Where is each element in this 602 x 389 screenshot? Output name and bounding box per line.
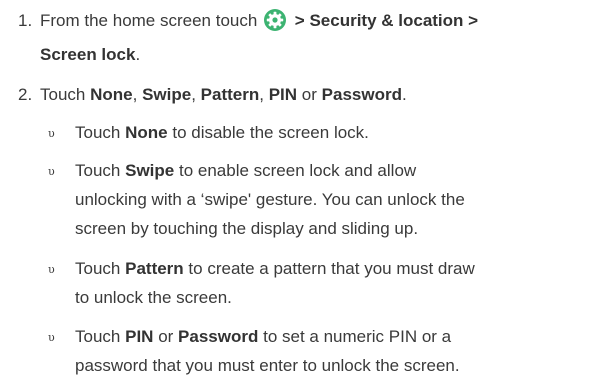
step-1: 1. From the home screen touch > Security… [18, 6, 598, 64]
settings-path-end: Screen lock [40, 45, 136, 64]
option-pattern: Pattern [200, 85, 260, 104]
instructions-document: 1. From the home screen touch > Security… [0, 0, 602, 389]
option-password: Password [321, 85, 402, 104]
step-number: 2. [18, 85, 33, 104]
step-2-text: Touch None, Swipe, Pattern, PIN or Passw… [40, 85, 407, 104]
step-number: 1. [18, 11, 33, 30]
step-1-text: From the home screen touch > Security & … [40, 9, 479, 64]
settings-path: > Security & location > [294, 11, 479, 30]
step-1-prefix: From the home screen touch [40, 11, 258, 30]
settings-gear-icon [264, 9, 287, 40]
option-none: None [90, 85, 133, 104]
bullet-mark: υ [48, 263, 55, 276]
option-pin: PIN [268, 85, 298, 104]
option-swipe: Swipe [142, 85, 192, 104]
bullet-mark: υ [48, 127, 55, 140]
bullet-mark: υ [48, 331, 55, 344]
bullet-mark: υ [48, 165, 55, 178]
step-2: 2. Touch None, Swipe, Pattern, PIN or Pa… [18, 80, 598, 109]
